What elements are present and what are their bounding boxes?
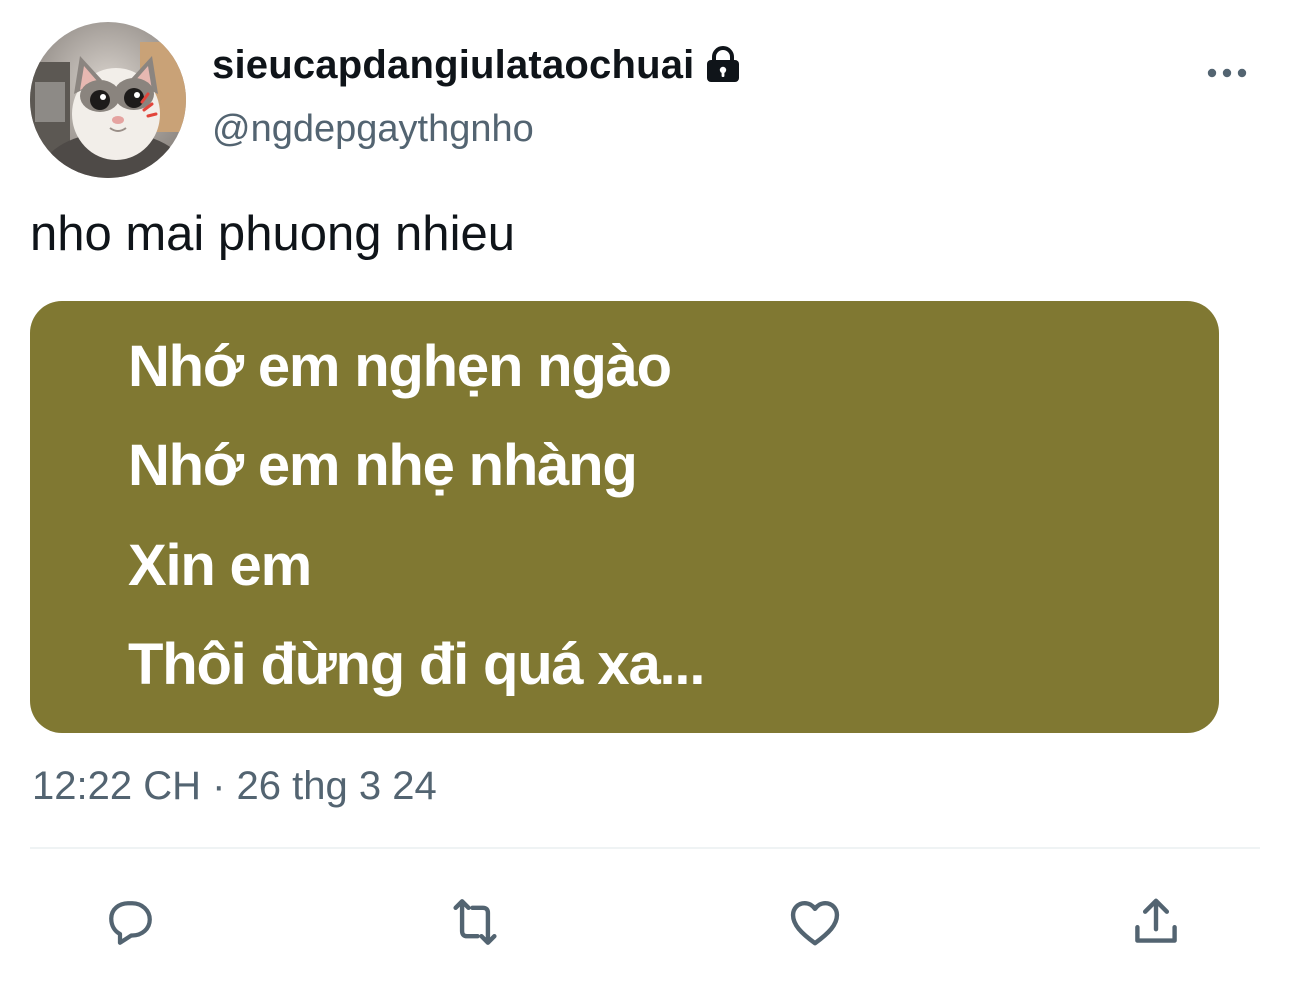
lock-icon [705,45,745,85]
lyric-line: Nhớ em nghẹn ngào [128,334,672,399]
retweet-button[interactable] [443,890,507,954]
cat-avatar-icon [30,22,186,178]
more-button[interactable] [1200,58,1254,88]
more-dots-icon [1207,68,1247,78]
lyric-line: Nhớ em nhẹ nhàng [128,433,638,498]
heart-icon [790,900,840,946]
author-name-row: sieucapdangiulataochuai [212,40,745,90]
share-button[interactable] [1124,890,1188,954]
reply-button[interactable] [98,890,162,954]
divider [30,847,1260,849]
like-button[interactable] [783,890,847,954]
retweet-icon [453,899,497,945]
lyric-line: Thôi đừng đi quá xa... [128,632,705,697]
timestamp[interactable]: 12:22 CH · 26 thg 3 24 [32,764,437,809]
tweet-text: nho mai phuong nhieu [30,207,515,261]
display-name[interactable]: sieucapdangiulataochuai [212,43,695,88]
lyrics-card[interactable]: Nhớ em nghẹn ngào Nhớ em nhẹ nhàng Xin e… [30,301,1219,733]
lyric-line: Xin em [128,533,312,598]
handle[interactable]: @ngdepgaythgnho [212,108,534,151]
reply-icon [109,901,152,945]
share-icon [1135,898,1177,943]
avatar[interactable] [30,22,186,178]
